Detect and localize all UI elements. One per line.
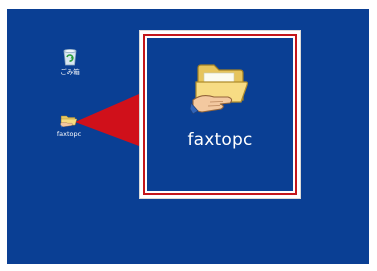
zoom-folder-label: faxtopc xyxy=(187,130,253,150)
recycle-bin-icon xyxy=(63,48,77,66)
desktop-icon-label: ごみ箱 xyxy=(60,68,80,76)
shared-folder-icon xyxy=(190,64,248,115)
desktop-icon-recycle-bin[interactable]: ごみ箱 xyxy=(48,48,92,76)
desktop[interactable]: ごみ箱 faxtopc faxtopc xyxy=(7,9,369,264)
desktop-icon-faxtopc[interactable]: faxtopc xyxy=(47,113,91,138)
desktop-icon-label: faxtopc xyxy=(56,130,82,138)
zoom-highlight-border: faxtopc xyxy=(143,34,297,195)
screenshot-frame: ごみ箱 faxtopc faxtopc xyxy=(0,0,377,271)
zoom-callout-box: faxtopc xyxy=(139,30,301,199)
zoom-view[interactable]: faxtopc xyxy=(147,38,293,191)
shared-folder-icon xyxy=(60,115,78,128)
